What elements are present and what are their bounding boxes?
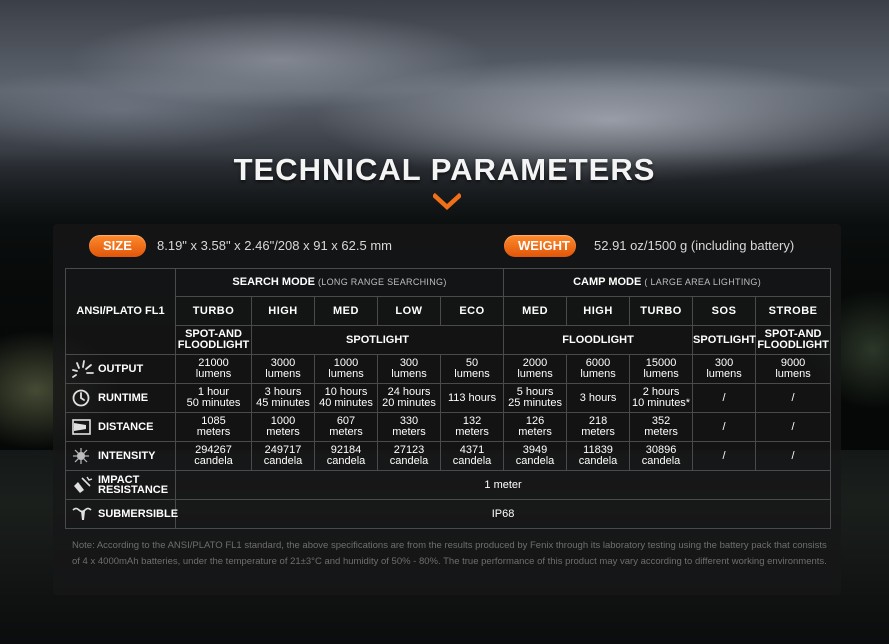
light-burst-icon (72, 360, 94, 378)
row-label: RUNTIME (65, 383, 176, 413)
submersible-icon (72, 507, 92, 520)
intensity-value: 249717 candela (251, 441, 315, 471)
output-value: 9000 lumens (755, 354, 832, 384)
intensity-value: 3949 candela (503, 441, 568, 471)
mode-header: MED (503, 296, 568, 326)
distance-value: 1000 meters (251, 412, 315, 442)
impact-icon (74, 476, 93, 493)
intensity-value: 27123 candela (377, 441, 441, 471)
table-row: ANSI/PLATO FL1 SEARCH MODE (LONG RANGE S… (65, 268, 832, 355)
size-value: 8.19" x 3.58" x 2.46"/208 x 91 x 62.5 mm (157, 238, 392, 253)
runtime-value: 5 hours 25 minutes (503, 383, 568, 413)
output-value: 300 lumens (692, 354, 757, 384)
distance-value: 330 meters (377, 412, 441, 442)
output-value: 2000 lumens (503, 354, 568, 384)
mode-header: STROBE (755, 296, 832, 326)
clock-icon (72, 389, 90, 407)
mode-header: TURBO (629, 296, 694, 326)
beam-type: SPOTLIGHT (250, 325, 505, 355)
distance-value: / (692, 412, 757, 442)
footnote: Note: According to the ANSI/PLATO FL1 st… (72, 540, 827, 567)
camp-mode-sub: ( LARGE AREA LIGHTING) (644, 277, 762, 287)
intensity-value: 92184 candela (314, 441, 378, 471)
impact-value: 1 meter (174, 470, 832, 500)
size-label: SIZE (89, 235, 146, 257)
distance-value: 132 meters (439, 412, 505, 442)
mode-header: HIGH (566, 296, 631, 326)
row-label: OUTPUT (65, 354, 176, 384)
runtime-value: / (692, 383, 757, 413)
intensity-value: / (692, 441, 757, 471)
distance-icon (72, 419, 91, 435)
mode-header: LOW (377, 296, 441, 326)
beam-type: SPOTLIGHT (692, 325, 757, 355)
output-value: 50 lumens (439, 354, 505, 384)
distance-value: / (755, 412, 832, 442)
distance-row: DISTANCE 1085 meters 1000 meters 607 meters… (65, 412, 832, 442)
intensity-value: 4371 candela (439, 441, 505, 471)
output-value: 3000 lumens (251, 354, 315, 384)
beam-type: SPOT-AND FLOODLIGHT (175, 325, 252, 355)
runtime-value: 10 hours 40 minutes (314, 383, 378, 413)
intensity-value: 11839 candela (566, 441, 631, 471)
intensity-row: INTENSITY 294267 candela 249717 candela 92… (65, 441, 832, 471)
intensity-value: / (755, 441, 832, 471)
runtime-value: 24 hours 20 minutes (377, 383, 441, 413)
distance-value: 1085 meters (175, 412, 252, 442)
output-value: 300 lumens (377, 354, 441, 384)
intensity-icon (73, 448, 89, 464)
chevron-down-icon (433, 192, 461, 211)
camp-mode-label: CAMP MODE (573, 276, 642, 288)
mode-header: TURBO (175, 296, 252, 326)
search-mode-label: SEARCH MODE (232, 276, 315, 288)
model-standard: ANSI/PLATO FL1 (65, 268, 176, 355)
intensity-value: 294267 candela (175, 441, 252, 471)
distance-value: 218 meters (566, 412, 631, 442)
beam-type: FLOODLIGHT (503, 325, 694, 355)
submersible-value: IP68 (174, 499, 832, 529)
mode-header: HIGH (251, 296, 315, 326)
mode-header: SOS (692, 296, 757, 326)
mode-header: MED (314, 296, 378, 326)
search-mode-header: SEARCH MODE (LONG RANGE SEARCHING) (174, 268, 505, 297)
row-label: INTENSITY (65, 441, 176, 471)
page-title: TECHNICAL PARAMETERS (233, 152, 656, 187)
submersible-row: SUBMERSIBLE IP68 (65, 499, 832, 529)
table-row: SPOT-AND FLOODLIGHT SPOTLIGHT FLOODLIGHT… (66, 325, 832, 355)
output-value: 15000 lumens (629, 354, 694, 384)
runtime-value: 2 hours 10 minutes* (629, 383, 694, 413)
runtime-value: / (755, 383, 832, 413)
row-label: IMPACT RESISTANCE (65, 470, 176, 500)
row-label: DISTANCE (65, 412, 176, 442)
distance-value: 126 meters (503, 412, 568, 442)
runtime-row: RUNTIME 1 hour 50 minutes 3 hours 45 minut… (65, 383, 832, 413)
runtime-value: 1 hour 50 minutes (175, 383, 252, 413)
table-row: TURBO HIGH MED LOW ECO MED HIGH TURBO SO… (66, 296, 832, 326)
mode-header: ECO (439, 296, 505, 326)
camp-mode-header: CAMP MODE ( LARGE AREA LIGHTING) (503, 268, 832, 297)
weight-label: WEIGHT (504, 235, 576, 257)
output-value: 6000 lumens (566, 354, 631, 384)
runtime-value: 3 hours 45 minutes (251, 383, 315, 413)
parameters-table: ANSI/PLATO FL1 SEARCH MODE (LONG RANGE S… (65, 268, 832, 529)
runtime-value: 113 hours (439, 383, 505, 413)
impact-row: IMPACT RESISTANCE 1 meter (65, 470, 832, 500)
distance-value: 352 meters (629, 412, 694, 442)
weight-value: 52.91 oz/1500 g (including battery) (594, 238, 795, 253)
runtime-value: 3 hours (566, 383, 631, 413)
intensity-value: 30896 candela (629, 441, 694, 471)
row-label: SUBMERSIBLE (65, 499, 178, 529)
beam-type: SPOT-AND FLOODLIGHT (755, 325, 832, 355)
search-mode-sub: (LONG RANGE SEARCHING) (318, 277, 447, 287)
output-value: 1000 lumens (314, 354, 378, 384)
output-value: 21000 lumens (175, 354, 252, 384)
output-row: OUTPUT 21000 lumens 3000 lumens 1000 lumens… (65, 354, 832, 384)
distance-value: 607 meters (314, 412, 378, 442)
